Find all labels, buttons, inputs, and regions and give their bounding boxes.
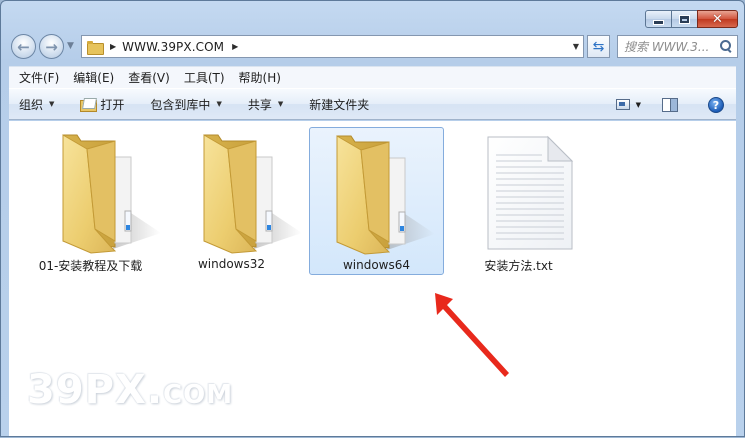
new-folder-button[interactable]: 新建文件夹 (309, 96, 369, 113)
open-folder-icon (80, 98, 98, 112)
maximize-icon (680, 15, 689, 23)
include-in-library-button[interactable]: 包含到库中 ▼ (150, 96, 221, 113)
forward-arrow-icon: → (45, 37, 58, 56)
caption-buttons: ✕ (645, 10, 738, 28)
recent-pages-dropdown[interactable]: ▼ (67, 41, 74, 51)
minimize-icon (653, 19, 664, 25)
search-input[interactable]: 搜索 WWW.3... (617, 35, 738, 58)
back-button[interactable]: ← (11, 34, 36, 59)
menu-bar: 文件(F) 编辑(E) 查看(V) 工具(T) 帮助(H) (9, 66, 736, 88)
refresh-icon: ⇆ (592, 38, 605, 55)
breadcrumb-separator-icon[interactable]: ▶ (110, 42, 116, 51)
organize-label: 组织 (19, 97, 44, 112)
menu-tools[interactable]: 工具(T) (184, 69, 225, 86)
share-label: 共享 (247, 97, 272, 112)
folder-icon (87, 40, 104, 55)
search-placeholder: 搜索 WWW.3... (624, 40, 710, 54)
chevron-down-icon: ▼ (277, 100, 284, 108)
address-history-dropdown[interactable]: ▼ (573, 42, 579, 51)
change-view-icon[interactable] (616, 99, 630, 110)
chevron-down-icon: ▼ (49, 100, 55, 108)
organize-button[interactable]: 组织 ▼ (19, 96, 54, 113)
search-icon[interactable] (720, 40, 732, 52)
breadcrumb-chevron-icon[interactable]: ▶ (232, 42, 238, 51)
address-bar[interactable]: ▶ WWW.39PX.COM ▶ ▼ (81, 35, 584, 58)
arrow-shape (435, 293, 509, 377)
minimize-button[interactable] (645, 10, 672, 28)
close-button[interactable]: ✕ (697, 10, 738, 28)
file-list-pane[interactable]: 01-安装教程及下载 windows32 windows64 安装方法.txt … (9, 121, 736, 436)
navigation-bar: ← → ▼ ▶ WWW.39PX.COM ▶ ▼ ⇆ 搜索 WWW.3... (11, 33, 738, 59)
forward-button[interactable]: → (39, 34, 64, 59)
menu-view[interactable]: 查看(V) (128, 69, 170, 86)
close-icon: ✕ (712, 11, 723, 27)
command-bar: 组织 ▼ 打开 包含到库中 ▼ 共享 ▼ 新建文件夹 ▼ ? (9, 88, 736, 120)
back-arrow-icon: ← (17, 37, 30, 56)
menu-help[interactable]: 帮助(H) (239, 69, 281, 86)
menu-edit[interactable]: 编辑(E) (73, 69, 114, 86)
open-label: 打开 (100, 97, 125, 112)
explorer-window: ✕ ← → ▼ ▶ WWW.39PX.COM ▶ ▼ ⇆ 搜索 WWW.3...… (0, 0, 745, 437)
share-button[interactable]: 共享 ▼ (248, 96, 283, 113)
menu-file[interactable]: 文件(F) (19, 69, 59, 86)
breadcrumb-item[interactable]: WWW.39PX.COM (122, 40, 224, 54)
new-folder-label: 新建文件夹 (309, 97, 370, 112)
view-options-dropdown[interactable]: ▼ (636, 101, 641, 109)
preview-pane-icon[interactable] (662, 98, 678, 112)
help-icon[interactable]: ? (708, 97, 724, 113)
refresh-button[interactable]: ⇆ (587, 35, 610, 58)
open-button[interactable]: 打开 (80, 96, 124, 113)
chevron-down-icon: ▼ (216, 100, 222, 108)
annotation-arrow (435, 293, 509, 377)
maximize-button[interactable] (671, 10, 698, 28)
include-library-label: 包含到库中 (150, 97, 211, 112)
